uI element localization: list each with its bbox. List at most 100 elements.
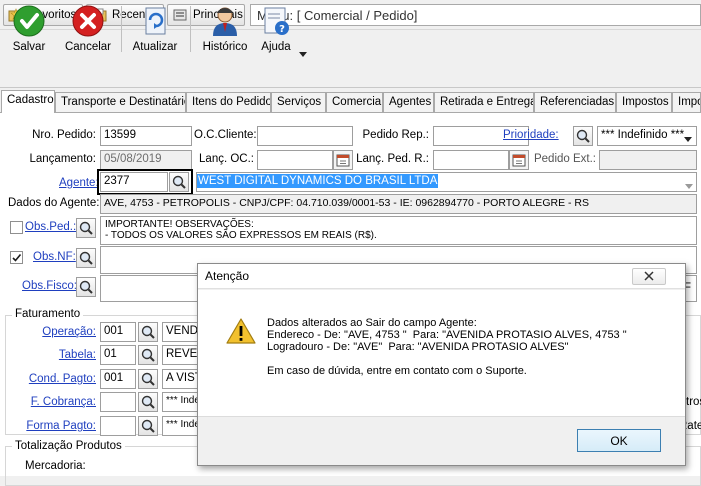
obs-nf-link[interactable]: Obs.NF: [33, 251, 76, 263]
magnifier-icon [141, 348, 155, 362]
forma-pagto-lookup-button[interactable] [138, 416, 158, 436]
menu-path-field[interactable]: Menu: [ Comercial / Pedido] [250, 4, 701, 26]
nro-pedido-label: Nro. Pedido: [32, 129, 96, 141]
cond-pagto-link[interactable]: Cond. Pagto: [10, 373, 96, 385]
tab-agentes[interactable]: Agentes [383, 92, 434, 112]
obs-ped-checkbox[interactable] [10, 221, 23, 234]
mercadoria-label: Mercadoria: [25, 460, 86, 472]
tab-referenciadas[interactable]: Referenciadas [534, 92, 616, 112]
calendar-icon [336, 154, 350, 167]
lancamento-field: 05/08/2019 [100, 150, 192, 170]
oc-cliente-field[interactable] [257, 126, 353, 146]
f-cobranca-lookup-button[interactable] [138, 392, 158, 412]
historico-button[interactable]: Histórico [198, 2, 252, 56]
tabela-code-field[interactable]: 01 [100, 345, 136, 365]
dialog-message: Dados alterados ao Sair do campo Agente:… [267, 317, 627, 377]
help-document-icon: ? [260, 5, 292, 37]
forma-pagto-select[interactable]: *** Inde [162, 416, 202, 436]
f-cobranca-code-field[interactable] [100, 392, 136, 412]
f-cobranca-select[interactable]: *** Inde [162, 392, 202, 412]
tabela-link[interactable]: Tabela: [10, 349, 96, 361]
magnifier-icon [141, 325, 155, 339]
ok-button[interactable]: OK [577, 429, 661, 452]
cond-pagto-desc-field[interactable]: A VIST [162, 369, 202, 389]
obs-ped-line1: IMPORTANTE! OBSERVAÇÕES: [105, 219, 254, 230]
agente-name-value: WEST DIGITAL DYNAMICS DO BRASIL LTDA [197, 174, 439, 188]
agente-name-select[interactable]: WEST DIGITAL DYNAMICS DO BRASIL LTDA [196, 172, 697, 192]
warning-icon [226, 317, 256, 348]
ajuda-label: Ajuda [261, 41, 291, 53]
prioridade-link[interactable]: Prioridade: [503, 129, 559, 141]
magnifier-icon [172, 175, 186, 189]
lanc-oc-field[interactable] [257, 150, 333, 170]
operacao-lookup-button[interactable] [138, 322, 158, 342]
prioridade-lookup-button[interactable] [573, 126, 593, 146]
obs-ped-lookup-button[interactable] [76, 218, 96, 238]
salvar-label: Salvar [12, 41, 46, 53]
atualizar-button[interactable]: Atualizar [128, 2, 182, 56]
agente-code-field[interactable]: 2377 [100, 172, 168, 192]
magnifier-icon [141, 395, 155, 409]
nro-pedido-field[interactable]: 13599 [100, 126, 192, 146]
totalizacao-title: Totalização Produtos [12, 440, 125, 452]
tab-impostos[interactable]: Impostos [616, 92, 672, 112]
tabela-lookup-button[interactable] [138, 345, 158, 365]
dados-agente-label: Dados do Agente: [8, 197, 100, 209]
obs-nf-lookup-button[interactable] [76, 248, 96, 268]
toolbar-separator [121, 6, 122, 52]
obs-ped-link[interactable]: Obs.Ped.: [25, 221, 76, 233]
lanc-oc-label: Lanç. OC.: [199, 153, 254, 165]
svg-text:?: ? [279, 24, 285, 35]
dialog-title-bar: Atenção [198, 264, 685, 289]
operacao-desc-field[interactable]: VENDA [162, 322, 202, 342]
dialog-close-button[interactable] [632, 268, 666, 285]
chevron-down-icon[interactable] [685, 180, 693, 192]
salvar-button[interactable]: Salvar [4, 2, 54, 56]
obs-ped-textarea[interactable]: IMPORTANTE! OBSERVAÇÕES: - TODOS OS VALO… [100, 216, 697, 245]
cond-pagto-code-field[interactable]: 001 [100, 369, 136, 389]
tab-retirada-entrega[interactable]: Retirada e Entrega [434, 92, 534, 112]
cond-pagto-lookup-button[interactable] [138, 369, 158, 389]
ajuda-dropdown-arrow-icon[interactable] [299, 48, 307, 60]
magnifier-icon [79, 221, 93, 235]
magnifier-icon [79, 251, 93, 265]
user-history-icon [209, 5, 241, 37]
tab-cadastro[interactable]: Cadastro [1, 90, 55, 113]
cancelar-button[interactable]: Cancelar [62, 2, 114, 56]
check-icon [13, 5, 45, 37]
tab-comercial[interactable]: Comercial [326, 92, 383, 112]
forma-pagto-link[interactable]: Forma Pagto: [10, 420, 96, 432]
operacao-code-field[interactable]: 001 [100, 322, 136, 342]
f-cobranca-right-text: tros. [686, 396, 701, 408]
f-cobranca-link[interactable]: F. Cobrança: [10, 396, 96, 408]
cancel-icon [72, 5, 104, 37]
tab-servicos[interactable]: Serviços [271, 92, 326, 112]
tab-impo[interactable]: Impo [672, 92, 701, 112]
pedido-ext-field [599, 150, 697, 170]
ajuda-button[interactable]: ? Ajuda [256, 2, 296, 56]
obs-fisco-link[interactable]: Obs.Fisco: [22, 280, 77, 292]
pedido-rep-label: Pedido Rep.: [362, 129, 430, 141]
tab-itens-do-pedido[interactable]: Itens do Pedido [186, 92, 271, 112]
lanc-oc-calendar-button[interactable] [333, 150, 353, 170]
prioridade-select[interactable]: *** Indefinido *** [597, 126, 697, 146]
prioridade-value: *** Indefinido *** [601, 129, 685, 141]
magnifier-icon [141, 419, 155, 433]
attention-dialog: Atenção Dados alterados ao Sair do campo… [197, 263, 686, 466]
lanc-ped-r-calendar-button[interactable] [509, 150, 529, 170]
tabela-desc-field[interactable]: REVEN [162, 345, 202, 365]
obs-nf-checkbox[interactable] [10, 251, 23, 264]
forma-pagto-code-field[interactable] [100, 416, 136, 436]
obs-fisco-lookup-button[interactable] [76, 277, 96, 297]
tab-transporte-destinatario[interactable]: Transporte e Destinatário [55, 92, 186, 112]
magnifier-icon [79, 280, 93, 294]
operacao-link[interactable]: Operação: [10, 326, 96, 338]
agente-link[interactable]: Agente: [59, 177, 99, 189]
lanc-ped-r-field[interactable] [433, 150, 509, 170]
agente-lookup-button[interactable] [169, 172, 189, 192]
chevron-down-icon[interactable] [684, 133, 692, 145]
lancamento-label: Lançamento: [29, 153, 97, 165]
cancelar-label: Cancelar [64, 41, 112, 53]
refresh-icon [139, 5, 171, 37]
magnifier-icon [576, 129, 590, 143]
